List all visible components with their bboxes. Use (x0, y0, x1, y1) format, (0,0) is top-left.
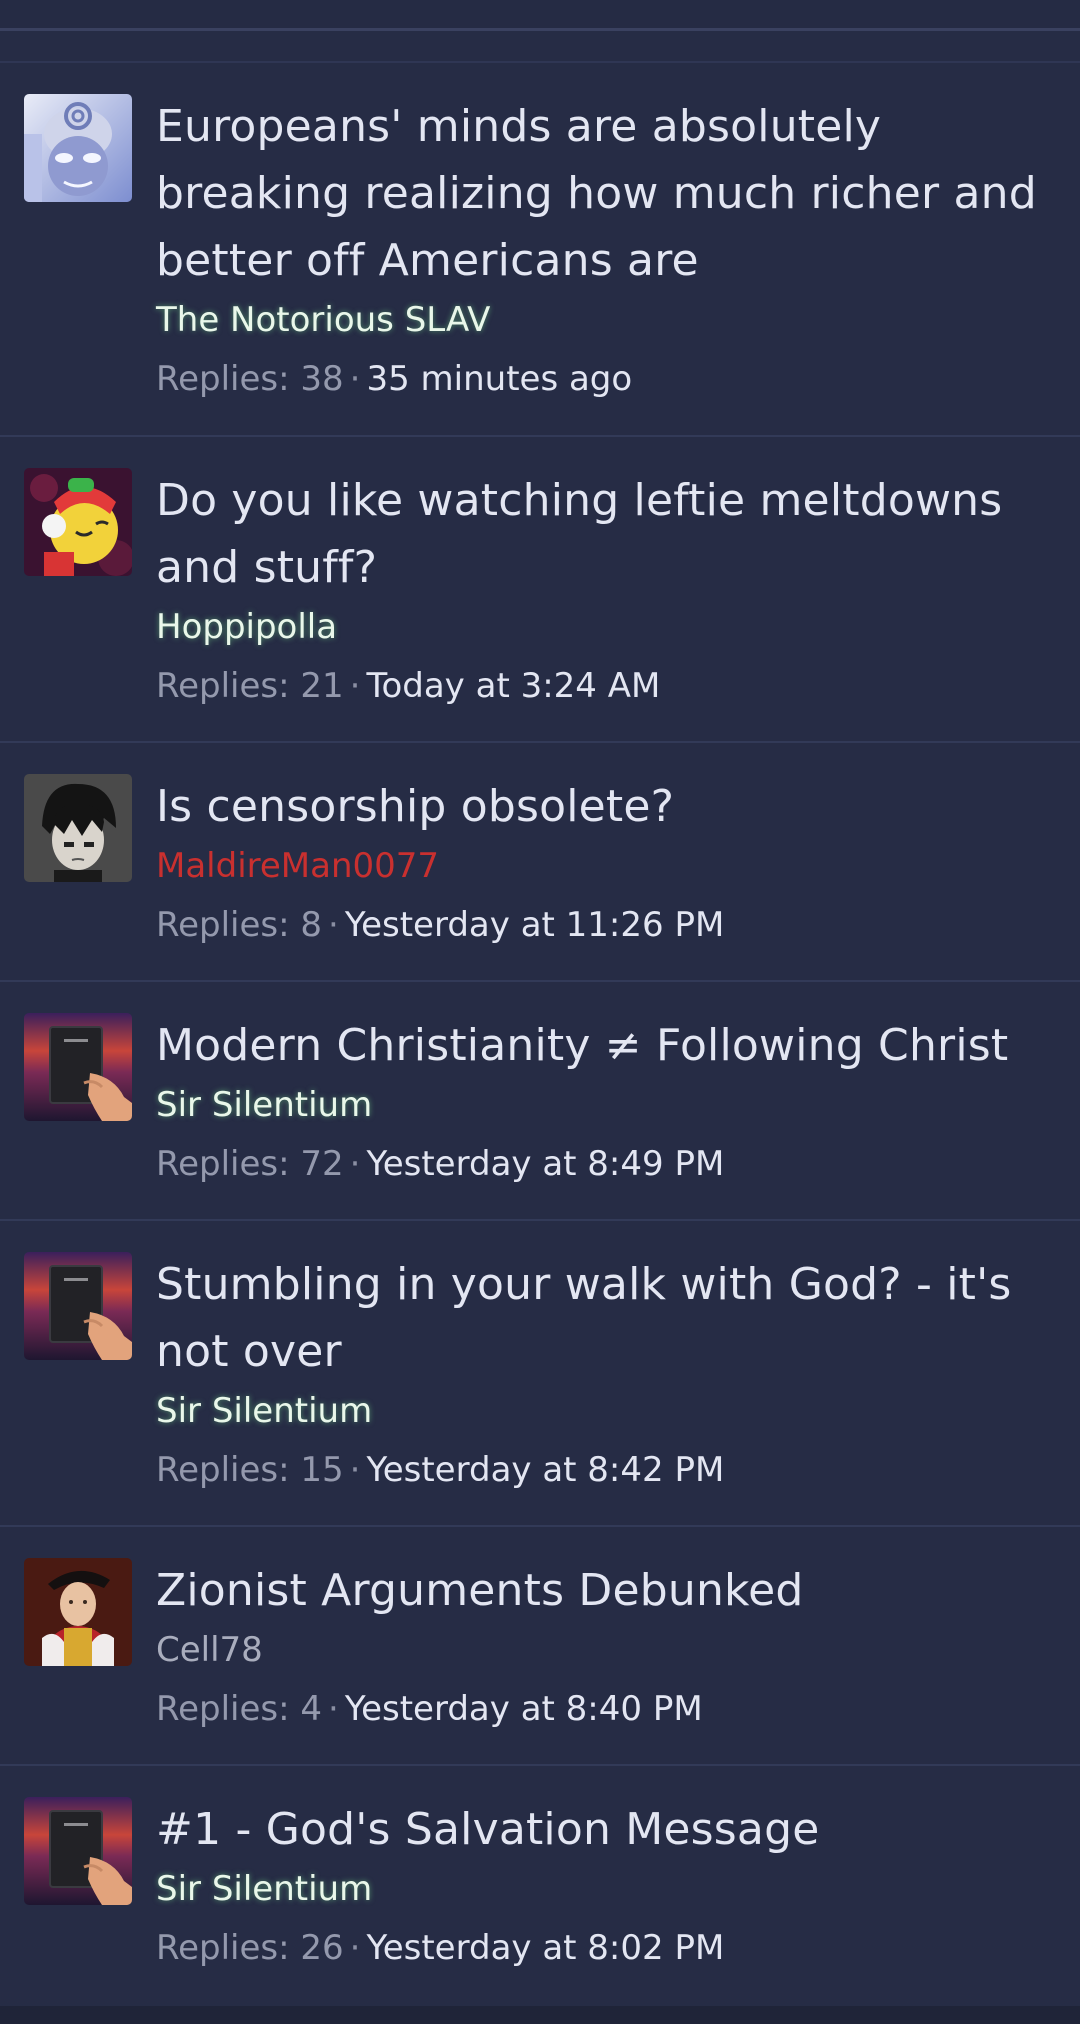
thread-title[interactable]: Stumbling in your walk with God? - it's … (156, 1251, 1056, 1385)
reply-count: Replies: 38 (156, 359, 344, 399)
thread-item[interactable]: #1 - God's Salvation Message Sir Silenti… (0, 1766, 1080, 2005)
thread-title[interactable]: Is censorship obsolete? (156, 773, 1056, 840)
anime-character-avatar-icon[interactable] (24, 94, 132, 202)
anime-boy-avatar-icon[interactable] (24, 774, 132, 882)
thread-meta: Replies: 4 · Yesterday at 8:40 PM (156, 1686, 1056, 1732)
meta-separator: · (349, 666, 361, 706)
thread-item[interactable]: Do you like watching leftie meltdowns an… (0, 437, 1080, 743)
thread-author[interactable]: Sir Silentium (156, 1388, 1056, 1434)
meta-separator: · (328, 905, 339, 945)
reply-count: Replies: 21 (156, 666, 344, 706)
thread-author[interactable]: Sir Silentium (156, 1866, 1056, 1912)
thread-title[interactable]: Do you like watching leftie meltdowns an… (156, 467, 1056, 601)
thread-title[interactable]: Zionist Arguments Debunked (156, 1557, 1056, 1624)
thread-item[interactable]: Zionist Arguments Debunked Cell78 Replie… (0, 1527, 1080, 1766)
thread-item[interactable]: Is censorship obsolete? MaldireMan0077 R… (0, 743, 1080, 982)
reply-count: Replies: 26 (156, 1928, 344, 1968)
thread-title[interactable]: #1 - God's Salvation Message (156, 1796, 1056, 1863)
last-post-time[interactable]: 35 minutes ago (366, 359, 632, 399)
last-post-time[interactable]: Yesterday at 11:26 PM (345, 905, 724, 945)
meta-separator: · (349, 1928, 361, 1968)
thread-author[interactable]: Sir Silentium (156, 1082, 1056, 1128)
meta-separator: · (349, 1144, 361, 1184)
reply-count: Replies: 8 (156, 905, 323, 945)
bottom-edge-strip (0, 2006, 1080, 2024)
last-post-time[interactable]: Today at 3:24 AM (366, 666, 660, 706)
reply-count: Replies: 72 (156, 1144, 344, 1184)
last-post-time[interactable]: Yesterday at 8:02 PM (366, 1928, 724, 1968)
reply-count: Replies: 4 (156, 1689, 323, 1729)
thread-author[interactable]: Cell78 (156, 1627, 1056, 1673)
bible-in-hand-avatar-icon[interactable] (24, 1252, 132, 1360)
thread-meta: Replies: 21 · Today at 3:24 AM (156, 663, 1056, 709)
thread-meta: Replies: 8 · Yesterday at 11:26 PM (156, 902, 1056, 948)
thread-title[interactable]: Modern Christianity ≠ Following Christ (156, 1012, 1056, 1079)
thread-author[interactable]: The Notorious SLAV (156, 297, 1056, 343)
thread-item[interactable]: Stumbling in your walk with God? - it's … (0, 1221, 1080, 1527)
last-post-time[interactable]: Yesterday at 8:49 PM (366, 1144, 724, 1184)
thread-author[interactable]: MaldireMan0077 (156, 843, 1056, 889)
list-header-strip (0, 31, 1080, 63)
top-bar (0, 0, 1080, 31)
thread-meta: Replies: 38 · 35 minutes ago (156, 356, 1056, 402)
cartoon-character-avatar-icon[interactable] (24, 468, 132, 576)
last-post-time[interactable]: Yesterday at 8:42 PM (366, 1450, 724, 1490)
bible-in-hand-avatar-icon[interactable] (24, 1797, 132, 1905)
thread-item[interactable]: Modern Christianity ≠ Following Christ S… (0, 982, 1080, 1221)
thread-list: Europeans' minds are absolutely breaking… (0, 63, 1080, 2005)
thread-meta: Replies: 72 · Yesterday at 8:49 PM (156, 1141, 1056, 1187)
meta-separator: · (328, 1689, 339, 1729)
bible-in-hand-avatar-icon[interactable] (24, 1013, 132, 1121)
thread-item[interactable]: Europeans' minds are absolutely breaking… (0, 63, 1080, 437)
renaissance-portrait-avatar-icon[interactable] (24, 1558, 132, 1666)
thread-meta: Replies: 15 · Yesterday at 8:42 PM (156, 1447, 1056, 1493)
reply-count: Replies: 15 (156, 1450, 344, 1490)
meta-separator: · (349, 1450, 361, 1490)
thread-title[interactable]: Europeans' minds are absolutely breaking… (156, 93, 1056, 294)
thread-author[interactable]: Hoppipolla (156, 604, 1056, 650)
last-post-time[interactable]: Yesterday at 8:40 PM (345, 1689, 703, 1729)
meta-separator: · (349, 359, 361, 399)
thread-meta: Replies: 26 · Yesterday at 8:02 PM (156, 1925, 1056, 1971)
